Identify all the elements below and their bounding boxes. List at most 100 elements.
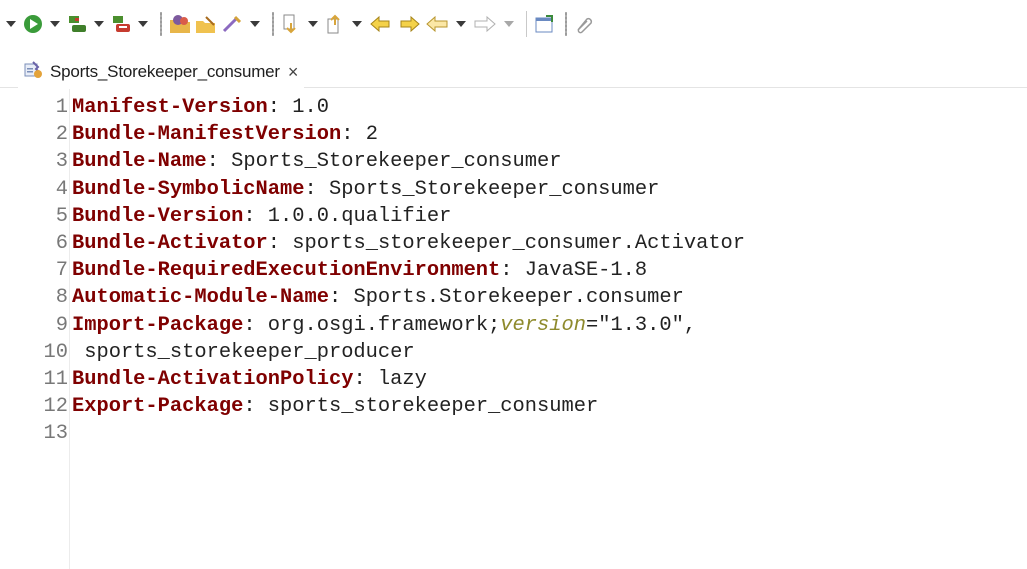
header-separator: : bbox=[353, 367, 366, 391]
header-value: sports_storekeeper_consumer bbox=[255, 395, 599, 419]
line-text: Export-Package: sports_storekeeper_consu… bbox=[68, 393, 598, 420]
editor-tab-bar: Sports_Storekeeper_consumer × bbox=[0, 48, 1027, 88]
code-line[interactable]: 11 Bundle-ActivationPolicy: lazy bbox=[0, 366, 745, 393]
code-line[interactable]: 10 sports_storekeeper_producer bbox=[0, 339, 745, 366]
line-number: 11 bbox=[43, 367, 68, 391]
line-number: 8 bbox=[55, 286, 68, 310]
pin-editor-icon[interactable] bbox=[533, 10, 557, 38]
line-text: Bundle-Version: 1.0.0.qualifier bbox=[68, 203, 451, 230]
line-number: 7 bbox=[55, 259, 68, 283]
header-value: org.osgi.framework; bbox=[255, 313, 501, 337]
code-line[interactable]: 7 Bundle-RequiredExecutionEnvironment: Ja… bbox=[0, 257, 745, 284]
header-separator: : bbox=[341, 123, 354, 147]
header-value: Sports_Storekeeper_consumer bbox=[316, 177, 660, 201]
line-text: Bundle-Name: Sports_Storekeeper_consumer bbox=[68, 148, 561, 175]
debug-icon[interactable] bbox=[66, 10, 88, 38]
directive-name: version bbox=[500, 313, 586, 337]
coverage-icon[interactable] bbox=[110, 10, 132, 38]
header-key: Manifest-Version bbox=[72, 96, 268, 119]
line-number: 4 bbox=[55, 177, 68, 201]
header-value: sports_storekeeper_consumer.Activator bbox=[280, 231, 746, 255]
line-number: 5 bbox=[55, 204, 68, 228]
line-number: 13 bbox=[43, 422, 68, 446]
header-value: Sports_Storekeeper_consumer bbox=[218, 150, 562, 174]
line-number: 3 bbox=[55, 150, 68, 174]
code-line[interactable]: 1 Manifest-Version: 1.0 bbox=[0, 94, 745, 121]
code-line[interactable]: 4 Bundle-SymbolicName: Sports_Storekeeper… bbox=[0, 176, 745, 203]
line-number: 1 bbox=[55, 96, 68, 119]
header-key: Import-Package bbox=[72, 313, 244, 337]
code-line[interactable]: 8 Automatic-Module-Name: Sports.Storekeep… bbox=[0, 284, 745, 311]
header-value: 1.0.0.qualifier bbox=[255, 204, 452, 228]
header-key: Bundle-ActivationPolicy bbox=[72, 367, 354, 391]
next-annotation-dropdown[interactable] bbox=[308, 21, 318, 27]
close-icon[interactable]: × bbox=[288, 63, 299, 81]
code-line[interactable]: 12 Export-Package: sports_storekeeper_con… bbox=[0, 393, 745, 420]
coverage-dropdown[interactable] bbox=[138, 21, 148, 27]
header-key: Bundle-SymbolicName bbox=[72, 177, 305, 201]
line-text: Automatic-Module-Name: Sports.Storekeepe… bbox=[68, 284, 684, 311]
previous-annotation-icon[interactable] bbox=[324, 10, 346, 38]
header-key: Export-Package bbox=[72, 395, 244, 419]
line-text: Bundle-ManifestVersion: 2 bbox=[68, 121, 378, 148]
header-separator: : bbox=[243, 395, 256, 419]
forward-edit-icon[interactable] bbox=[396, 10, 422, 38]
line-number: 2 bbox=[55, 123, 68, 147]
header-separator: : bbox=[243, 313, 256, 337]
line-number: 10 bbox=[43, 340, 68, 364]
header-value: JavaSE-1.8 bbox=[512, 259, 648, 283]
header-separator: : bbox=[243, 204, 256, 228]
header-key: Bundle-ManifestVersion bbox=[72, 123, 342, 147]
directive-value: "1.3.0", bbox=[598, 313, 697, 337]
forward-icon[interactable] bbox=[472, 10, 498, 38]
header-separator: : bbox=[500, 259, 513, 283]
toolbar-overflow-dropdown[interactable] bbox=[6, 21, 16, 27]
manifest-editor[interactable]: 1 Manifest-Version: 1.0 2 Bundle-ManifestVe… bbox=[0, 89, 1027, 569]
line-text: Bundle-RequiredExecutionEnvironment: Jav… bbox=[68, 257, 647, 284]
code-line[interactable]: 6 Bundle-Activator: sports_storekeeper_co… bbox=[0, 230, 745, 257]
header-key: Bundle-Version bbox=[72, 204, 244, 228]
run-icon[interactable] bbox=[22, 10, 44, 38]
main-toolbar bbox=[0, 0, 1027, 48]
previous-annotation-dropdown[interactable] bbox=[352, 21, 362, 27]
code-line[interactable]: 13 bbox=[0, 420, 745, 447]
tab-sports-storekeeper-consumer[interactable]: Sports_Storekeeper_consumer × bbox=[18, 56, 305, 88]
line-text: Bundle-Activator: sports_storekeeper_con… bbox=[68, 230, 745, 257]
search-icon[interactable] bbox=[220, 10, 244, 38]
header-value: sports_storekeeper_producer bbox=[72, 340, 415, 364]
header-separator: : bbox=[267, 96, 281, 119]
line-text: Bundle-SymbolicName: Sports_Storekeeper_… bbox=[68, 176, 659, 203]
line-number: 9 bbox=[55, 313, 68, 337]
debug-dropdown[interactable] bbox=[94, 21, 104, 27]
code-line[interactable]: 2 Bundle-ManifestVersion: 2 bbox=[0, 121, 745, 148]
line-number: 6 bbox=[55, 231, 68, 255]
line-text: sports_storekeeper_producer bbox=[68, 339, 415, 366]
header-value: Sports.Storekeeper.consumer bbox=[341, 286, 684, 310]
header-separator: : bbox=[267, 231, 281, 255]
header-key: Automatic-Module-Name bbox=[72, 286, 329, 310]
code-line[interactable]: 5 Bundle-Version: 1.0.0.qualifier bbox=[0, 203, 745, 230]
line-text: Import-Package: org.osgi.framework;versi… bbox=[68, 312, 696, 339]
tab-label: Sports_Storekeeper_consumer bbox=[50, 62, 280, 81]
header-value: 1.0 bbox=[280, 96, 329, 119]
header-key: Bundle-RequiredExecutionEnvironment bbox=[72, 259, 501, 283]
search-dropdown[interactable] bbox=[250, 21, 260, 27]
code-area[interactable]: 1 Manifest-Version: 1.0 2 Bundle-ManifestVe… bbox=[0, 94, 746, 447]
code-line[interactable]: 9 Import-Package: org.osgi.framework;vers… bbox=[0, 312, 745, 339]
code-line[interactable]: 3 Bundle-Name: Sports_Storekeeper_consume… bbox=[0, 148, 745, 175]
toolbar-grip-3 bbox=[565, 12, 567, 36]
forward-dropdown[interactable] bbox=[504, 21, 514, 27]
run-dropdown[interactable] bbox=[50, 21, 60, 27]
header-separator: : bbox=[206, 150, 219, 174]
last-edit-location-icon[interactable] bbox=[368, 10, 394, 38]
toolbar-grip-2 bbox=[272, 12, 274, 36]
header-separator: : bbox=[328, 286, 342, 310]
open-type-icon[interactable] bbox=[194, 10, 218, 38]
back-dropdown[interactable] bbox=[456, 21, 466, 27]
back-icon[interactable] bbox=[424, 10, 450, 38]
toolbar-separator bbox=[526, 11, 527, 37]
line-text bbox=[68, 420, 72, 447]
next-annotation-icon[interactable] bbox=[280, 10, 302, 38]
link-icon[interactable] bbox=[573, 10, 595, 38]
new-java-project-icon[interactable] bbox=[168, 10, 192, 38]
